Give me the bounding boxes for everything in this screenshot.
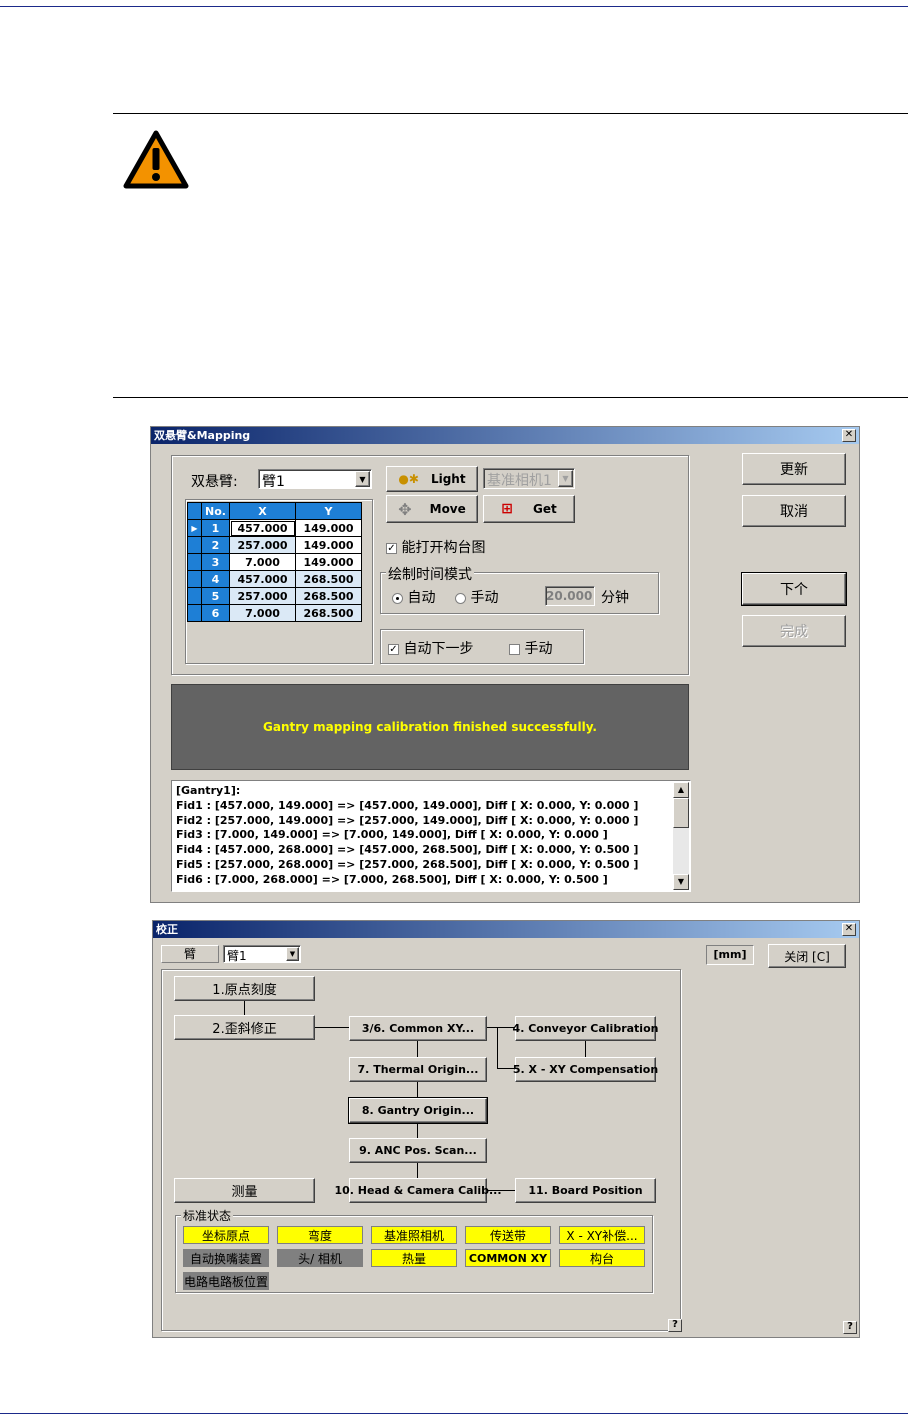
connector bbox=[244, 1001, 245, 1015]
update-button[interactable]: 更新 bbox=[742, 453, 846, 485]
scroll-down-icon[interactable]: ▼ bbox=[673, 874, 689, 890]
connector bbox=[315, 1027, 349, 1028]
cancel-button[interactable]: 取消 bbox=[742, 495, 846, 527]
step-skew-correction[interactable]: 2.歪斜修正 bbox=[174, 1015, 315, 1040]
status-badge: 基准照相机 bbox=[371, 1226, 457, 1244]
step-origin-scale[interactable]: 1.原点刻度 bbox=[174, 976, 315, 1001]
col-header-y: Y bbox=[295, 502, 362, 520]
minutes-unit: 分钟 bbox=[601, 590, 629, 606]
table-row[interactable]: 2 257.000 149.000 bbox=[187, 536, 362, 554]
crosshair-icon: ⊞ bbox=[501, 501, 513, 517]
calibration-dialog: 校正 ✕ 臂 臂1 ▼ [mm] 关闭 [C] 1.原点刻度 2.歪斜修正 3/… bbox=[152, 920, 860, 1338]
connector bbox=[497, 1027, 498, 1069]
table-row[interactable]: ▶ 1 457.000 149.000 bbox=[187, 519, 362, 537]
status-badge: 坐标原点 bbox=[183, 1226, 269, 1244]
move-arrows-icon: ✥ bbox=[398, 499, 412, 519]
step-x-xy-compensation[interactable]: 5. X - XY Compensation bbox=[513, 1057, 658, 1082]
connector bbox=[417, 1163, 418, 1178]
next-button[interactable]: 下个 bbox=[741, 572, 847, 606]
measure-button[interactable]: 测量 bbox=[174, 1178, 315, 1203]
lightbulb-icon: ●✱ bbox=[398, 472, 419, 486]
move-button[interactable]: ✥ Move bbox=[386, 495, 478, 523]
light-button[interactable]: ●✱ Light bbox=[386, 466, 478, 492]
auto-next-checkbox[interactable]: ✓ 自动下一步 bbox=[388, 638, 473, 658]
fiducial-table: No. X Y ▶ 1 457.000 149.000 2 257.000 149.000… bbox=[187, 502, 362, 622]
status-badge: 电路电路板位置 bbox=[183, 1272, 269, 1290]
gantry-select[interactable]: 臂1 ▼ bbox=[258, 469, 372, 490]
status-badge: 头/ 相机 bbox=[277, 1249, 363, 1267]
radio-auto[interactable]: 自动 bbox=[392, 587, 435, 607]
scroll-thumb[interactable] bbox=[673, 798, 689, 828]
chevron-down-icon[interactable]: ▼ bbox=[558, 470, 573, 487]
radio-manual[interactable]: 手动 bbox=[455, 587, 498, 607]
step-head-camera-calib[interactable]: 10. Head & Camera Calib... bbox=[334, 1178, 502, 1203]
connector bbox=[417, 1123, 418, 1138]
help-icon[interactable]: ? bbox=[843, 1321, 857, 1334]
close-icon[interactable]: ✕ bbox=[842, 429, 856, 442]
warning-bottom-rule bbox=[113, 397, 908, 398]
chevron-down-icon[interactable]: ▼ bbox=[355, 471, 370, 487]
step-common-xy[interactable]: 3/6. Common XY... bbox=[349, 1016, 487, 1041]
col-header-x: X bbox=[229, 502, 296, 520]
help-icon[interactable]: ? bbox=[668, 1319, 682, 1332]
table-row[interactable]: 6 7.000 268.500 bbox=[187, 604, 362, 622]
result-log[interactable]: [Gantry1]: Fid1 : [457.000, 149.000] => … bbox=[171, 780, 691, 892]
status-message: Gantry mapping calibration finished succ… bbox=[171, 684, 689, 770]
header-rule bbox=[0, 6, 908, 7]
enable-map-checkbox[interactable]: ✓ 能打开构台图 bbox=[386, 537, 485, 557]
connector bbox=[487, 1027, 515, 1028]
warning-top-rule bbox=[113, 113, 908, 114]
checkmark-icon: ✓ bbox=[386, 542, 397, 554]
close-button[interactable]: 关闭 [C] bbox=[768, 944, 846, 968]
mapping-dialog: 双悬臂&Mapping ✕ 双悬臂: 臂1 ▼ No. X Y ▶ 1 457.00… bbox=[150, 426, 860, 903]
warning-icon bbox=[123, 130, 189, 189]
draw-mode-group-label: 绘制时间模式 bbox=[386, 564, 474, 584]
arm-select[interactable]: 臂1 ▼ bbox=[223, 945, 301, 963]
table-row[interactable]: 5 257.000 268.500 bbox=[187, 587, 362, 605]
arm-label: 臂 bbox=[161, 945, 219, 963]
mapping-dialog-title: 双悬臂&Mapping bbox=[151, 427, 859, 444]
step-thermal-origin[interactable]: 7. Thermal Origin... bbox=[349, 1057, 487, 1082]
checkmark-icon: ✓ bbox=[388, 643, 399, 655]
calibration-dialog-title: 校正 bbox=[153, 921, 859, 938]
status-badge: 传送带 bbox=[465, 1226, 551, 1244]
col-header-no: No. bbox=[201, 502, 230, 520]
step-gantry-origin[interactable]: 8. Gantry Origin... bbox=[348, 1097, 488, 1124]
status-badge: COMMON XY bbox=[465, 1249, 551, 1267]
table-row[interactable]: 4 457.000 268.500 bbox=[187, 570, 362, 588]
get-button[interactable]: ⊞ Get bbox=[483, 495, 575, 523]
status-badge: 弯度 bbox=[277, 1226, 363, 1244]
connector bbox=[417, 1082, 418, 1098]
camera-select[interactable]: 基准相机1 ▼ bbox=[483, 468, 575, 489]
minutes-field[interactable]: 20.000 bbox=[545, 586, 595, 606]
scroll-up-icon[interactable]: ▲ bbox=[673, 782, 689, 798]
status-badge: X - XY补偿... bbox=[559, 1226, 645, 1244]
unit-label: [mm] bbox=[706, 945, 754, 965]
step-board-position[interactable]: 11. Board Position bbox=[515, 1178, 656, 1203]
connector bbox=[585, 1041, 586, 1057]
chevron-down-icon[interactable]: ▼ bbox=[286, 947, 299, 961]
manual-checkbox[interactable]: 手动 bbox=[509, 638, 552, 658]
step-anc-pos-scan[interactable]: 9. ANC Pos. Scan... bbox=[349, 1138, 487, 1163]
step-conveyor-calibration[interactable]: 4. Conveyor Calibration bbox=[513, 1016, 658, 1041]
footer-rule bbox=[0, 1413, 908, 1414]
status-badge: 热量 bbox=[371, 1249, 457, 1267]
connector bbox=[417, 1041, 418, 1057]
status-badge: 构台 bbox=[559, 1249, 645, 1267]
gantry-label: 双悬臂: bbox=[191, 474, 238, 490]
close-icon[interactable]: ✕ bbox=[842, 923, 856, 936]
status-badge: 自动换嘴装置 bbox=[183, 1249, 269, 1267]
table-row[interactable]: 3 7.000 149.000 bbox=[187, 553, 362, 571]
finish-button[interactable]: 完成 bbox=[742, 615, 846, 647]
status-group-label: 标准状态 bbox=[181, 1207, 234, 1224]
